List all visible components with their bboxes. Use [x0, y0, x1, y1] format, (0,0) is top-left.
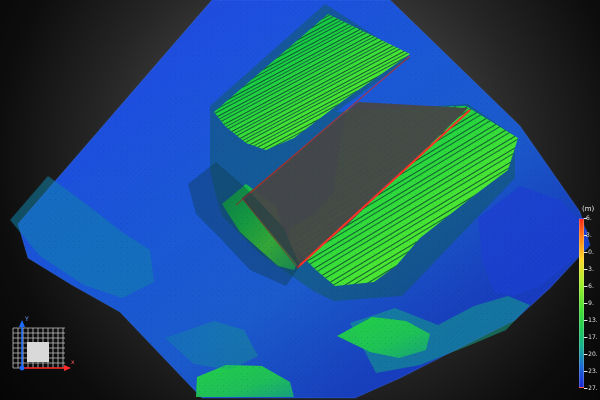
scale-label-11: -27. — [586, 385, 598, 392]
scale-label-6: -9. — [586, 300, 594, 307]
scale-label-10: -23. — [586, 368, 598, 375]
scale-label-3: -0. — [586, 249, 594, 256]
scale-label-9: -20. — [586, 351, 598, 358]
y-axis-label: Y — [24, 316, 29, 323]
elevation-color-scale: (m) 6. 3. -0. -3. -6. -9. -13. -17. -20.… — [576, 206, 600, 392]
axis-center-box — [27, 342, 49, 362]
scale-unit-label: (m) — [582, 205, 595, 213]
scale-label-4: -3. — [586, 266, 594, 273]
scale-label-7: -13. — [586, 317, 598, 324]
axis-origin-icon — [19, 365, 25, 371]
scale-label-5: -6. — [586, 283, 594, 290]
scale-label-8: -17. — [586, 334, 598, 341]
x-axis-label: x — [71, 359, 75, 366]
3d-viewport[interactable]: x Y (m) 6. 3. -0. -3. -6. -9. -13. -17. … — [0, 0, 600, 400]
point-cloud-scene[interactable] — [0, 0, 600, 400]
scale-label-1: 6. — [586, 215, 592, 222]
axis-orientation-widget: x Y — [12, 316, 75, 371]
x-axis-arrow — [64, 365, 71, 371]
scale-label-group: 6. 3. -0. -3. -6. -9. -13. -17. -20. -23… — [576, 215, 600, 392]
scale-label-2: 3. — [586, 232, 592, 239]
lower-dark-texture — [18, 0, 590, 398]
